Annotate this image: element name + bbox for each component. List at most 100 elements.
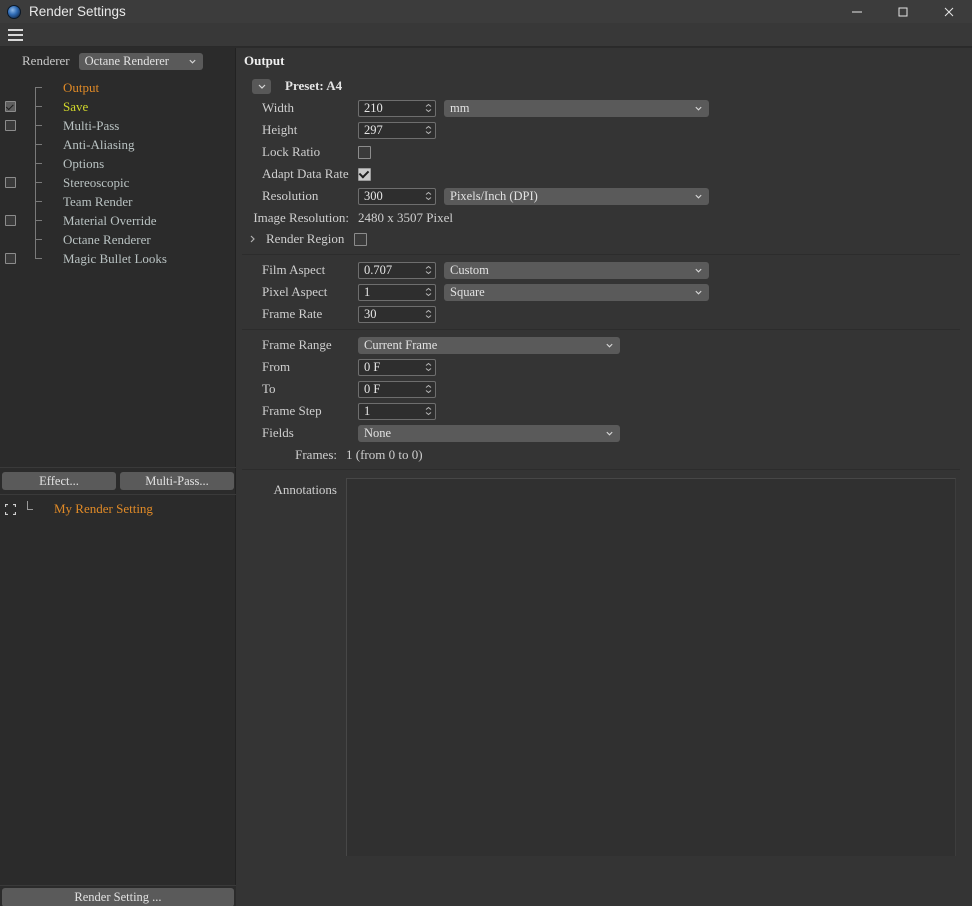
sidebar-item-team-render[interactable]: Team Render	[0, 192, 236, 211]
chevron-right-icon[interactable]	[244, 234, 260, 244]
width-row: Width 210 mm	[236, 97, 972, 119]
adapt-data-rate-checkbox[interactable]	[358, 167, 371, 181]
width-unit-dropdown[interactable]: mm	[444, 99, 709, 117]
checkbox-slot[interactable]	[0, 101, 20, 112]
lock-ratio-label: Lock Ratio	[262, 144, 321, 159]
annotations-row: Annotations	[236, 478, 972, 906]
frame-range-row: Frame Range Current Frame	[236, 334, 972, 356]
sidebar-item-label: Material Override	[63, 212, 157, 228]
sidebar-checkbox-save[interactable]	[4, 101, 16, 112]
film-aspect-label: Film Aspect	[262, 262, 326, 277]
panel-title: Output	[244, 53, 285, 68]
close-icon[interactable]	[926, 0, 972, 23]
width-input[interactable]: 210	[358, 99, 436, 117]
film-aspect-value: 0.707	[364, 262, 393, 277]
sidebar-checkbox-material-override[interactable]	[4, 215, 16, 226]
spinner-icon[interactable]	[425, 103, 432, 113]
chevron-down-icon	[695, 268, 702, 273]
sidebar-item-label: Options	[63, 155, 105, 171]
to-input[interactable]: 0 F	[358, 380, 436, 398]
checkbox-slot[interactable]	[0, 177, 20, 188]
sidebar-item-label: Stereoscopic	[63, 174, 130, 190]
resolution-value: 300	[364, 188, 383, 203]
renderer-dropdown-value: Octane Renderer	[84, 53, 169, 68]
frame-step-input[interactable]: 1	[358, 402, 436, 420]
maximize-icon[interactable]	[880, 0, 926, 23]
render-region-label: Render Region	[266, 231, 345, 246]
sidebar-item-material-override[interactable]: Material Override	[0, 211, 236, 230]
minimize-icon[interactable]	[834, 0, 880, 23]
sidebar-checkbox-stereoscopic[interactable]	[4, 177, 16, 188]
sidebar-item-stereoscopic[interactable]: Stereoscopic	[0, 173, 236, 192]
fields-row: Fields None	[236, 422, 972, 444]
pixel-aspect-label: Pixel Aspect	[262, 284, 328, 299]
width-label: Width	[262, 100, 294, 115]
frame-rate-input[interactable]: 30	[358, 305, 436, 323]
frame-range-dropdown[interactable]: Current Frame	[358, 336, 620, 354]
checkbox-slot[interactable]	[0, 120, 20, 131]
spinner-icon[interactable]	[425, 125, 432, 135]
frame-range-label: Frame Range	[262, 337, 332, 352]
spinner-icon[interactable]	[425, 191, 432, 201]
renderer-dropdown[interactable]: Octane Renderer	[78, 52, 203, 70]
sidebar-item-label: Save	[63, 98, 89, 114]
renderer-label: Renderer	[22, 53, 70, 68]
spinner-icon[interactable]	[425, 287, 432, 297]
width-value: 210	[364, 100, 383, 115]
height-row: Height 297	[236, 119, 972, 141]
sidebar-item-output[interactable]: Output	[0, 78, 236, 97]
divider	[0, 467, 236, 468]
from-row: From 0 F	[236, 356, 972, 378]
spinner-icon[interactable]	[425, 309, 432, 319]
spinner-icon[interactable]	[425, 362, 432, 372]
resolution-unit-dropdown[interactable]: Pixels/Inch (DPI)	[444, 187, 709, 205]
fields-dropdown[interactable]: None	[358, 424, 620, 442]
sidebar-item-options[interactable]: Options	[0, 154, 236, 173]
checkbox-slot[interactable]	[0, 253, 20, 264]
render-setting-button[interactable]: Render Setting ...	[2, 888, 234, 906]
render-setting-item[interactable]: My Render Setting	[0, 499, 236, 519]
panel-filler	[236, 856, 972, 906]
sidebar-item-label: Octane Renderer	[63, 231, 151, 247]
pixel-aspect-mode-dropdown[interactable]: Square	[444, 283, 709, 301]
effect-button[interactable]: Effect...	[2, 472, 116, 490]
tree-line	[35, 163, 42, 164]
film-aspect-mode-dropdown[interactable]: Custom	[444, 261, 709, 279]
render-region-checkbox[interactable]	[354, 232, 368, 246]
spinner-icon[interactable]	[425, 265, 432, 275]
lock-ratio-checkbox[interactable]	[358, 145, 371, 159]
sidebar-item-octane-renderer[interactable]: Octane Renderer	[0, 230, 236, 249]
to-row: To 0 F	[236, 378, 972, 400]
tree-line	[35, 182, 42, 183]
sidebar-checkbox-multi-pass[interactable]	[4, 120, 16, 131]
film-aspect-row: Film Aspect 0.707 Custom	[236, 259, 972, 281]
sidebar-item-magic-bullet-looks[interactable]: Magic Bullet Looks	[0, 249, 236, 268]
from-input[interactable]: 0 F	[358, 358, 436, 376]
checkbox-slot[interactable]	[0, 215, 20, 226]
multi-pass-button[interactable]: Multi-Pass...	[120, 472, 234, 490]
frame-rate-label: Frame Rate	[262, 306, 323, 321]
preset-row: Preset: A4	[236, 75, 972, 97]
sidebar-item-anti-aliasing[interactable]: Anti-Aliasing	[0, 135, 236, 154]
hamburger-menu-icon[interactable]	[0, 23, 30, 47]
tree-line	[27, 509, 33, 510]
sidebar-checkbox-magic-bullet-looks[interactable]	[4, 253, 16, 264]
pixel-aspect-input[interactable]: 1	[358, 283, 436, 301]
height-input[interactable]: 297	[358, 121, 436, 139]
expand-crosshair-icon[interactable]	[0, 503, 20, 515]
tree-line	[35, 201, 42, 202]
pixel-aspect-value: 1	[364, 284, 371, 299]
preset-toggle-button[interactable]	[252, 78, 271, 94]
window-title: Render Settings	[29, 4, 126, 19]
resolution-input[interactable]: 300	[358, 187, 436, 205]
divider	[0, 494, 236, 495]
sidebar-item-save[interactable]: Save	[0, 97, 236, 116]
film-aspect-input[interactable]: 0.707	[358, 261, 436, 279]
annotations-textarea[interactable]	[346, 478, 956, 906]
sidebar-item-multi-pass[interactable]: Multi-Pass	[0, 116, 236, 135]
sidebar-action-buttons: Effect... Multi-Pass...	[0, 472, 236, 490]
render-setting-label: My Render Setting	[54, 501, 153, 516]
frames-value: 1 (from 0 to 0)	[346, 446, 423, 462]
spinner-icon[interactable]	[425, 406, 432, 416]
spinner-icon[interactable]	[425, 384, 432, 394]
